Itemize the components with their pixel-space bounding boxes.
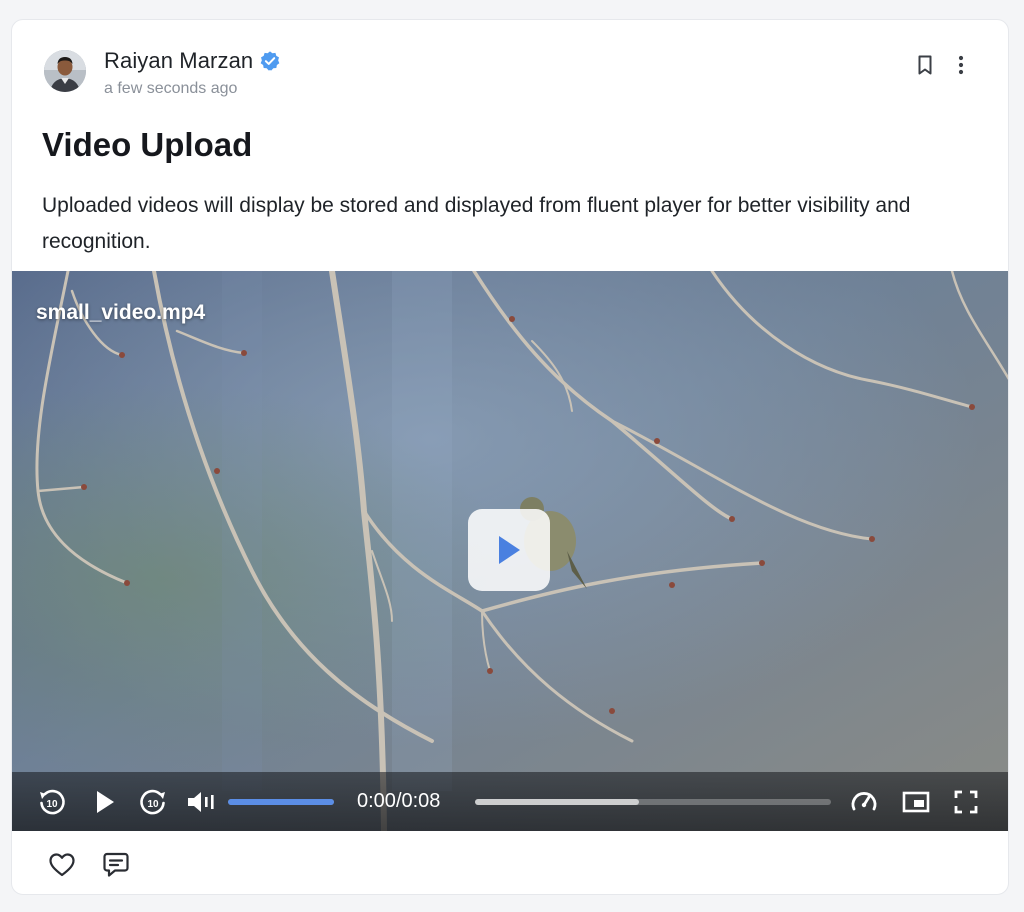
speed-icon [851,792,877,811]
fullscreen-icon [954,790,978,814]
current-time: 0:00 [357,790,396,812]
post-title: Video Upload [42,126,253,163]
volume-icon [188,792,214,812]
video-controls-bar: 10 10 0:00/0:08 [12,772,1008,831]
post-body: Uploaded videos will display be stored a… [42,194,911,253]
volume-slider[interactable] [228,799,334,805]
bookmark-icon [918,55,932,75]
post-footer [12,831,1008,894]
svg-text:10: 10 [147,799,159,810]
more-options-button[interactable] [948,52,974,78]
video-filename: small_video.mp4 [36,301,206,324]
avatar[interactable] [44,50,86,92]
bookmark-button[interactable] [912,52,938,78]
heart-icon [49,853,75,877]
big-play-button[interactable] [468,509,550,591]
post-timestamp[interactable]: a few seconds ago [104,80,237,98]
play-button[interactable] [89,786,121,818]
seek-bar[interactable] [475,799,831,805]
play-icon [499,536,520,564]
duration: 0:08 [401,790,441,812]
play-icon [97,791,114,813]
rewind-10-button[interactable]: 10 [36,786,68,818]
mute-button[interactable] [185,786,217,818]
more-vertical-icon [958,55,964,75]
author-name[interactable]: Raiyan Marzan [104,48,281,74]
svg-text:10: 10 [46,799,58,810]
post-card: Raiyan Marzan a few seconds ago Video Up… [11,19,1009,895]
author-name-text: Raiyan Marzan [104,48,254,73]
picture-in-picture-button[interactable] [900,786,932,818]
like-button[interactable] [46,849,78,881]
playback-speed-button[interactable] [848,786,880,818]
comment-button[interactable] [100,849,132,881]
video-player[interactable]: small_video.mp4 10 10 0:00/0:08 [12,271,1008,831]
verified-badge-icon [259,50,281,72]
rewind-10-icon: 10 [40,789,65,815]
forward-10-button[interactable]: 10 [137,786,169,818]
post-header: Raiyan Marzan a few seconds ago [12,20,1008,110]
comment-icon [103,852,129,877]
volume-level [228,799,334,805]
fullscreen-button[interactable] [950,786,982,818]
picture-in-picture-icon [902,791,930,813]
buffered-progress [475,799,639,805]
time-display: 0:00/0:08 [357,790,440,813]
forward-10-icon: 10 [140,789,165,815]
